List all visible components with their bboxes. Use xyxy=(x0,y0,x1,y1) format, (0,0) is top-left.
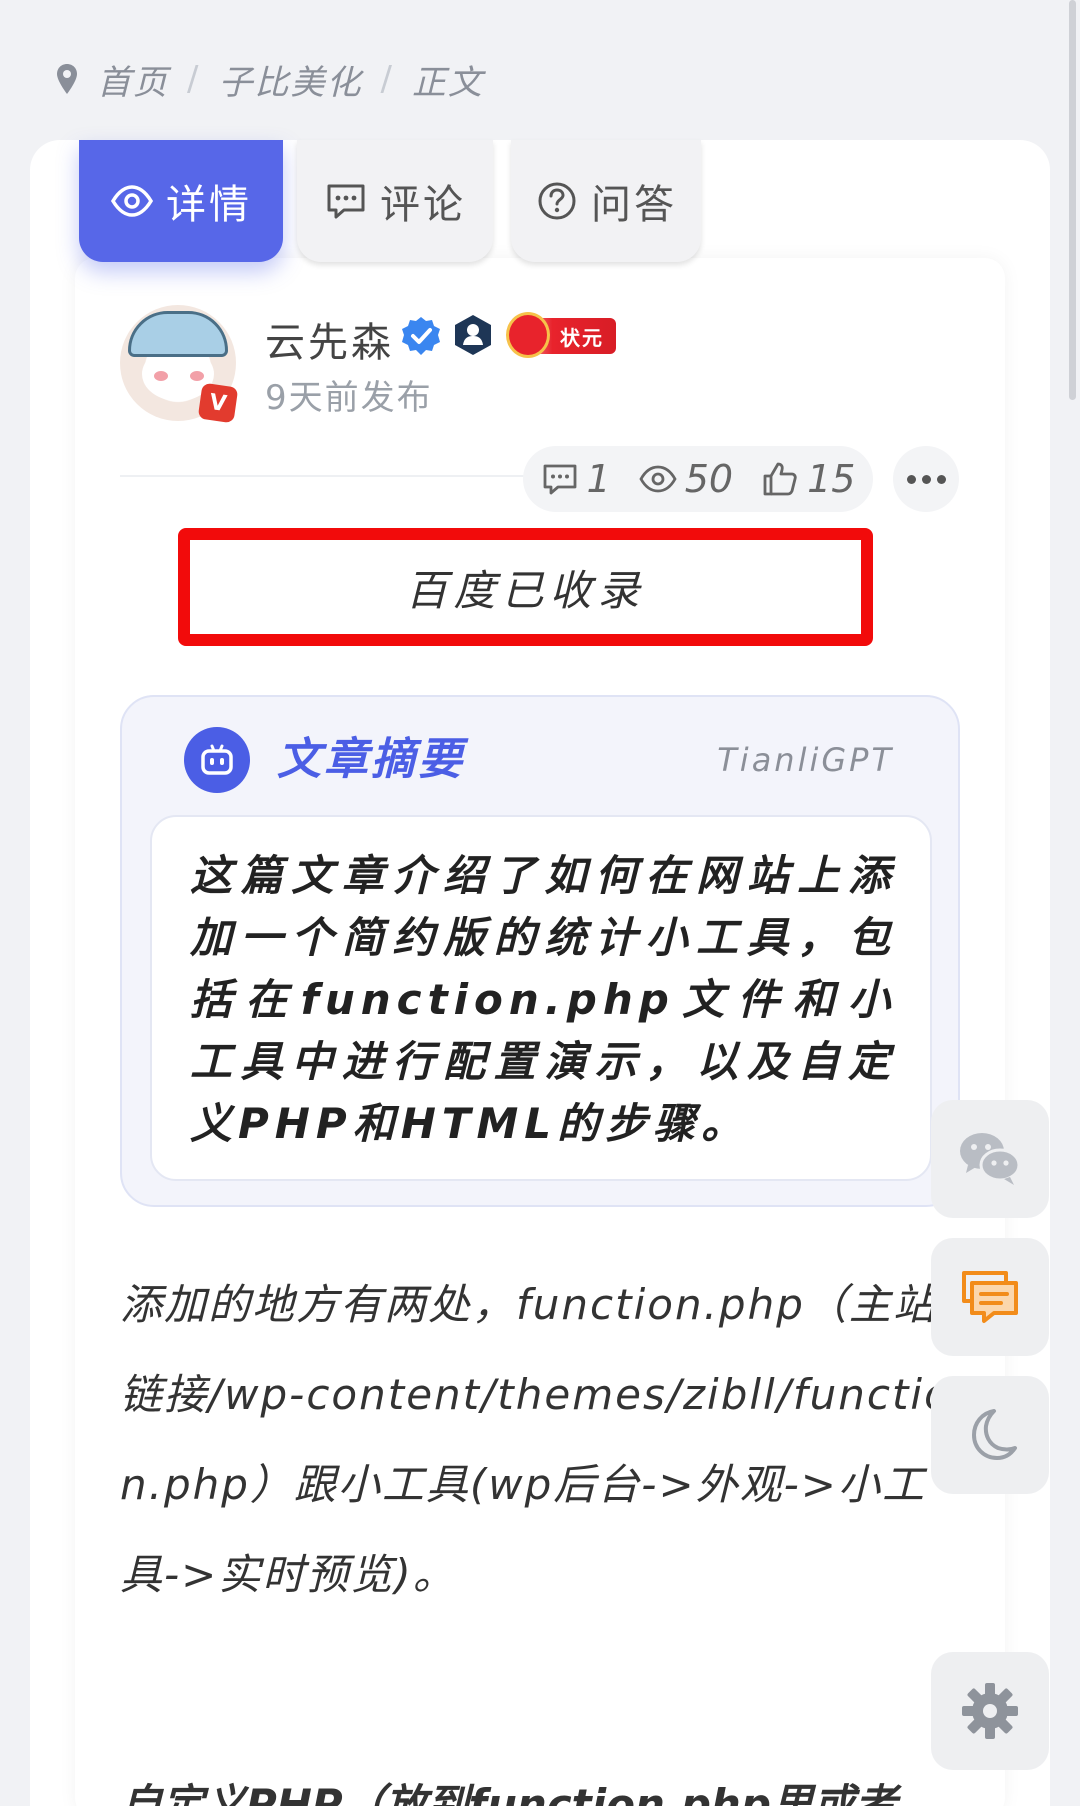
view-count: 50 xyxy=(639,457,733,501)
post-stats: 1 50 15 xyxy=(523,446,873,512)
robot-icon xyxy=(184,727,250,793)
comment-count[interactable]: 1 xyxy=(541,457,611,501)
user-role-icon xyxy=(455,315,491,355)
scrollbar[interactable] xyxy=(1069,0,1076,400)
summary-brand: TianliGPT xyxy=(717,741,894,779)
breadcrumb: 首页 / 子比美化 / 正文 xyxy=(55,54,484,104)
tab-qa[interactable]: 问答 xyxy=(511,140,701,262)
divider xyxy=(120,475,540,477)
publish-time: 9天前发布 xyxy=(265,378,433,418)
tab-qa-label: 问答 xyxy=(591,182,677,228)
breadcrumb-current: 正文 xyxy=(411,62,484,103)
comment-icon xyxy=(543,464,576,495)
like-count[interactable]: 15 xyxy=(761,457,855,501)
eye-icon xyxy=(110,185,154,217)
tab-detail-label: 详情 xyxy=(166,182,252,228)
breadcrumb-separator: / xyxy=(187,59,201,99)
wechat-share-button[interactable] xyxy=(931,1100,1049,1218)
comment-icon xyxy=(327,184,365,219)
tab-comment-label: 评论 xyxy=(380,182,466,228)
avatar[interactable]: V xyxy=(120,305,239,424)
settings-button[interactable] xyxy=(931,1652,1049,1770)
baidu-indexed-notice: 百度已收录 xyxy=(178,528,873,646)
breadcrumb-home[interactable]: 首页 xyxy=(97,55,169,104)
rank-badge: 状元 xyxy=(506,312,616,358)
location-pin-icon xyxy=(57,64,77,94)
gear-icon xyxy=(962,1683,1018,1739)
rank-crest-icon xyxy=(506,312,550,358)
chat-icon xyxy=(962,1271,1018,1323)
breadcrumb-separator: / xyxy=(380,59,394,99)
summary-title: 文章摘要 xyxy=(277,734,465,785)
moon-icon xyxy=(972,1409,1017,1460)
question-circle-icon xyxy=(538,182,576,220)
author-name[interactable]: 云先森 xyxy=(265,310,394,368)
breadcrumb-category[interactable]: 子比美化 xyxy=(218,55,362,104)
more-dots-icon xyxy=(906,474,916,484)
article-heading: 自定义PHP（放到function.php里或者 xyxy=(120,1780,897,1806)
view-count-value: 50 xyxy=(684,457,734,501)
eye-icon xyxy=(639,465,677,493)
more-options-button[interactable] xyxy=(893,446,959,512)
comment-count-value: 1 xyxy=(586,457,611,501)
thumbs-up-icon xyxy=(763,462,797,496)
like-count-value: 15 xyxy=(807,457,856,501)
ai-summary-panel: 文章摘要 TianliGPT 这篇文章介绍了如何在网站上添加一个简约版的统计小工… xyxy=(120,695,960,1207)
wechat-icon xyxy=(960,1133,1021,1185)
chat-button[interactable] xyxy=(931,1238,1049,1356)
tab-comment[interactable]: 评论 xyxy=(297,140,493,262)
avatar-hat xyxy=(128,311,228,357)
rank-badge-label: 状元 xyxy=(560,325,604,350)
baidu-indexed-label: 百度已收录 xyxy=(405,565,646,615)
article-paragraph: 添加的地方有两处，function.php（主站链接/wp-content/th… xyxy=(120,1280,952,1599)
summary-text: 这篇文章介绍了如何在网站上添加一个简约版的统计小工具，包括在function.p… xyxy=(150,815,932,1181)
vip-badge: V xyxy=(197,382,239,424)
tab-detail[interactable]: 详情 xyxy=(79,140,283,262)
dark-mode-toggle[interactable] xyxy=(931,1376,1049,1494)
verified-icon xyxy=(402,317,440,355)
